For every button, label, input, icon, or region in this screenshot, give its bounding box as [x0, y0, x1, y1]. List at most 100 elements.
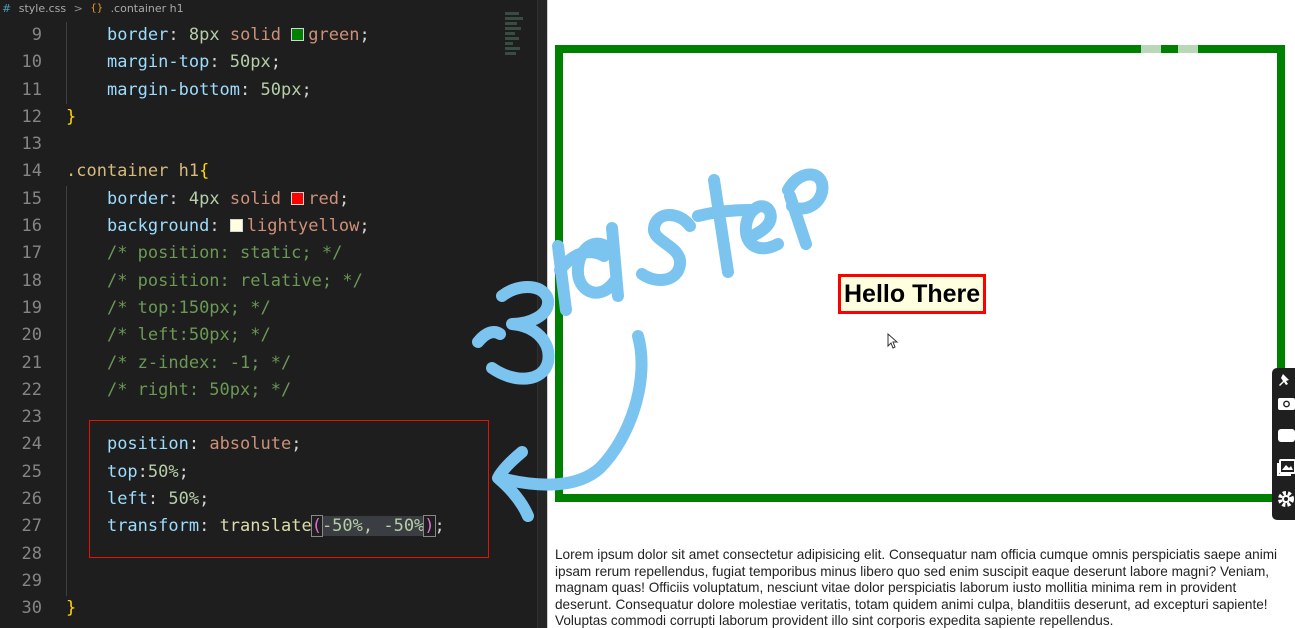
code-editor[interactable]: # style.css > {} .container h1 9 border:… [0, 0, 547, 628]
code-token: green [308, 25, 360, 45]
code-text: } [66, 104, 76, 131]
code-text: /* position: static; */ [66, 240, 342, 267]
line-number: 30 [21, 598, 42, 619]
line-number: 26 [21, 489, 42, 510]
line-number: 16 [21, 216, 42, 237]
line-number: 29 [21, 570, 42, 591]
code-line[interactable]: 16 background: lightyellow; [0, 213, 505, 240]
code-token: } [66, 106, 77, 127]
code-text: border: 8px solid green; [66, 22, 370, 49]
code-line[interactable]: 30} [0, 595, 505, 622]
browser-preview[interactable]: Hello There Lorem ipsum dolor sit amet c… [547, 0, 1295, 628]
minimap-line [505, 17, 523, 20]
camera-icon[interactable] [1277, 394, 1295, 412]
editor-scrollbar[interactable] [537, 0, 547, 628]
code-token: : [168, 188, 189, 209]
code-token: /* position: relative; */ [106, 270, 363, 291]
code-line[interactable]: 18 /* position: relative; */ [0, 268, 505, 295]
color-swatch-icon [229, 219, 243, 233]
hello-heading: Hello There [838, 274, 987, 314]
code-token: /* z-index: -1; */ [106, 352, 292, 373]
line-number: 24 [21, 434, 42, 455]
line-number: 17 [21, 243, 42, 264]
settings-icon[interactable] [1277, 490, 1295, 508]
border-gap [1141, 45, 1161, 53]
code-token: margin-bottom [106, 79, 241, 100]
code-token: 50px [260, 79, 302, 100]
line-number: 9 [31, 25, 42, 45]
line-number: 20 [21, 325, 42, 346]
minimap-line [505, 22, 517, 25]
gallery-icon[interactable] [1277, 458, 1295, 476]
code-token: background [106, 216, 210, 237]
code-line[interactable]: 19 /* top:150px; */ [0, 295, 505, 322]
code-text: .container h1{ [66, 158, 209, 185]
code-token: solid [229, 188, 282, 209]
minimap-line [505, 32, 515, 35]
minimap-line [505, 42, 513, 45]
code-text: border: 4px solid red; [66, 186, 349, 213]
color-swatch-icon [291, 191, 305, 205]
line-number: 22 [21, 379, 42, 400]
code-text: /* position: relative; */ [66, 268, 363, 295]
css-file-icon: # [2, 2, 12, 15]
code-line[interactable]: 14 .container h1{ [0, 158, 505, 185]
code-line[interactable]: 21 /* z-index: -1; */ [0, 350, 505, 377]
highlight-box [89, 420, 489, 558]
minimap-line [505, 12, 519, 15]
code-token: ; [359, 216, 370, 237]
code-token: /* top:150px; */ [106, 297, 271, 318]
code-text: /* left:50px; */ [66, 322, 271, 349]
minimap[interactable] [505, 10, 535, 628]
line-number: 28 [21, 543, 42, 564]
code-line[interactable]: 9 border: 8px solid green; [0, 22, 505, 49]
code-text: /* top:150px; */ [66, 295, 271, 322]
code-line[interactable]: 20 /* left:50px; */ [0, 322, 505, 349]
color-swatch-icon [291, 28, 305, 41]
code-line[interactable]: 11 margin-bottom: 50px; [0, 77, 505, 104]
selector-symbol-icon: {} [90, 3, 104, 14]
border-gap [1178, 45, 1198, 53]
code-line[interactable]: 15 border: 4px solid red; [0, 186, 505, 213]
code-line[interactable]: 10 margin-top: 50px; [0, 49, 505, 76]
code-token: 4px [188, 188, 220, 209]
code-line[interactable]: 22 /* right: 50px; */ [0, 377, 505, 404]
screen-tool-panel [1272, 368, 1295, 520]
code-text: margin-top: 50px; [66, 49, 281, 76]
code-token: { [199, 161, 210, 182]
code-line[interactable]: 13 [0, 131, 505, 158]
code-token: /* left:50px; */ [106, 325, 271, 346]
line-number: 25 [21, 461, 42, 482]
breadcrumb-separator-icon: > [73, 2, 83, 15]
code-text: } [66, 595, 76, 622]
minimap-line [505, 27, 521, 30]
line-number: 15 [21, 188, 42, 209]
code-line[interactable]: 29 [0, 568, 505, 595]
code-token: border [106, 188, 169, 209]
code-token: red [308, 188, 339, 209]
code-token: : [168, 25, 189, 45]
code-text: /* right: 50px; */ [66, 377, 291, 404]
code-token: 8px [188, 25, 220, 45]
code-token: /* right: 50px; */ [106, 379, 292, 400]
code-token: ; [359, 25, 370, 45]
line-number: 21 [21, 352, 42, 373]
mouse-cursor-icon [887, 333, 899, 349]
video-icon[interactable] [1277, 426, 1295, 444]
line-number: 11 [21, 79, 42, 100]
breadcrumb-symbol[interactable]: .container h1 [111, 0, 184, 17]
line-number: 23 [21, 407, 42, 428]
code-line[interactable]: 12} [0, 104, 505, 131]
code-token: .container h1 [66, 161, 200, 182]
pin-icon[interactable] [1277, 372, 1295, 390]
line-number: 27 [21, 516, 42, 537]
code-token: ; [338, 188, 350, 209]
code-token: border [106, 25, 169, 45]
minimap-line [505, 37, 519, 40]
line-number: 10 [21, 52, 42, 73]
code-line[interactable]: 17 /* position: static; */ [0, 240, 505, 267]
line-number: 13 [21, 134, 42, 155]
breadcrumb-file[interactable]: style.css [19, 0, 66, 17]
code-text: margin-bottom: 50px; [66, 77, 312, 104]
